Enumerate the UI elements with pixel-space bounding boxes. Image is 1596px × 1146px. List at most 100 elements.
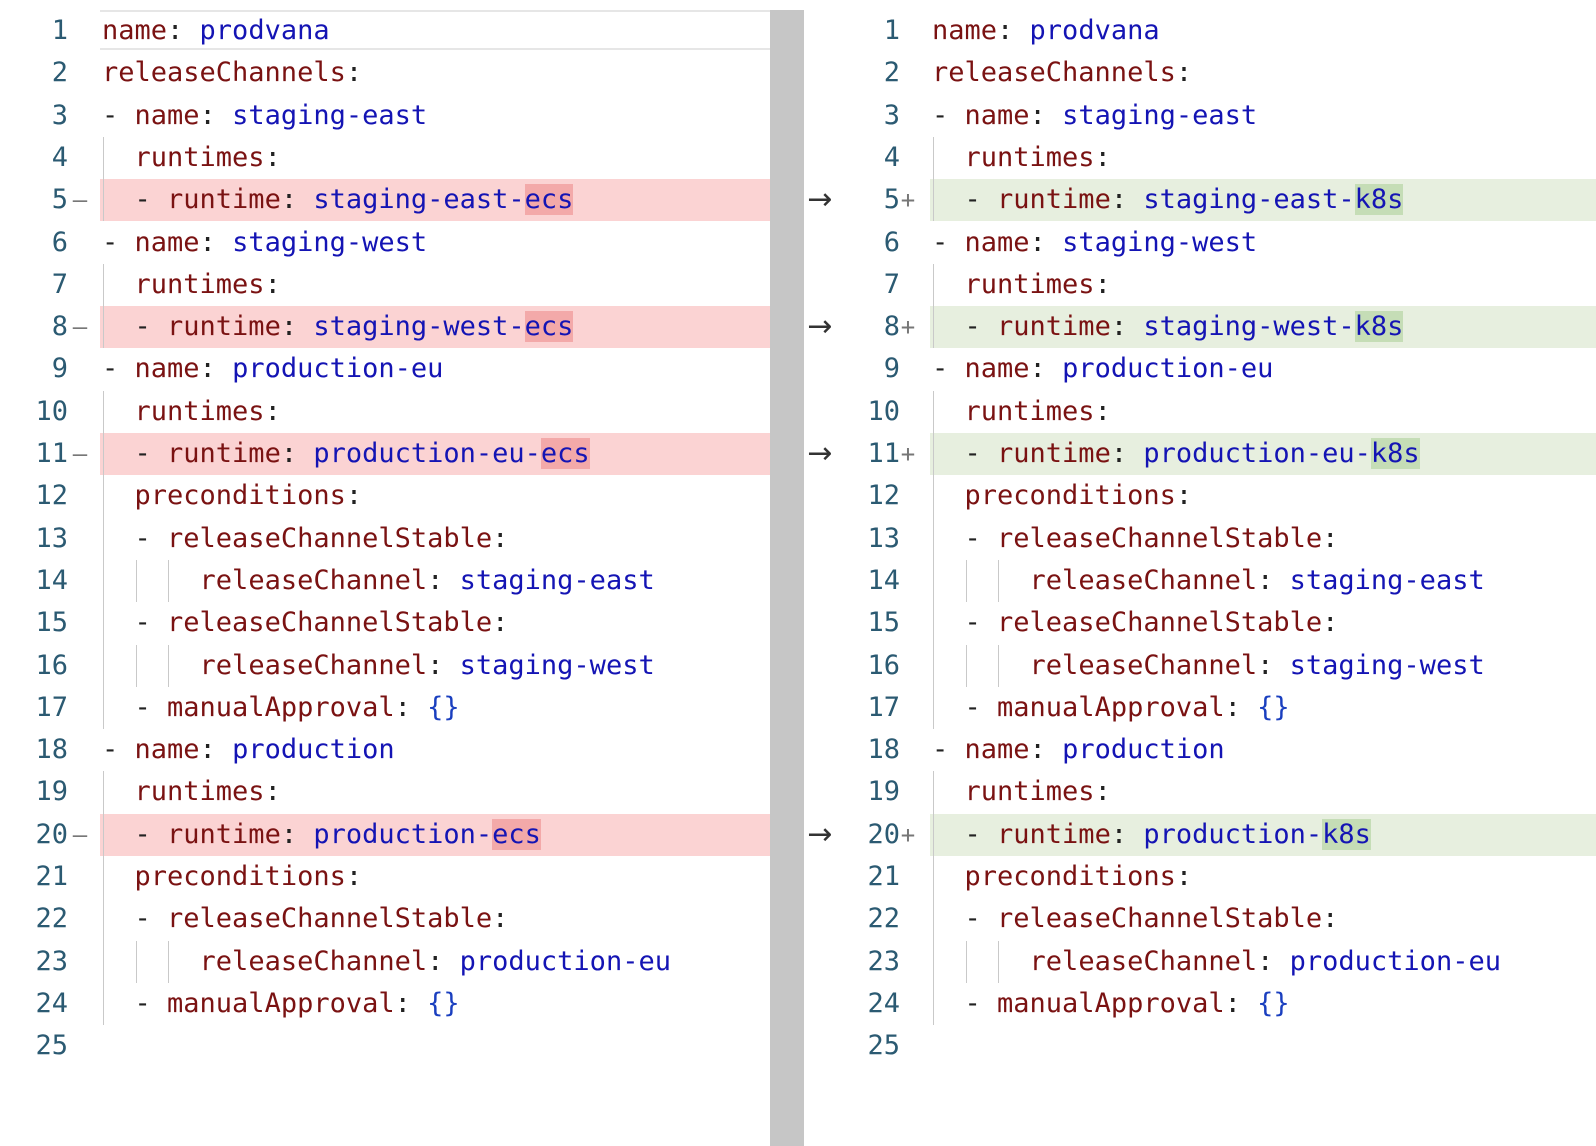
left-code-line[interactable]: 13 - releaseChannelStable: [0, 518, 770, 560]
line-number: 8 [51, 311, 68, 343]
right-code-line[interactable]: 2 releaseChannels: [836, 52, 1596, 94]
left-code-line[interactable]: 10 runtimes: [0, 391, 770, 433]
left-code-line[interactable]: 24 - manualApproval: {} [0, 983, 770, 1025]
right-code-line[interactable]: 13 - releaseChannelStable: [836, 518, 1596, 560]
left-code-line[interactable]: 12 preconditions: [0, 475, 770, 517]
right-code-line[interactable]: 7 runtimes: [836, 264, 1596, 306]
line-number: 11 [867, 438, 900, 469]
code-token: name [102, 15, 168, 46]
left-code-line[interactable]: 7 runtimes: [0, 264, 770, 306]
left-code-line[interactable]: 9 - name: production-eu [0, 348, 770, 390]
left-code-line[interactable]: 18 - name: production [0, 729, 770, 771]
line-number: 23 [867, 945, 900, 977]
code-token: staging-east [459, 564, 655, 596]
code-token: : [492, 522, 509, 554]
code-token: production [1062, 734, 1225, 766]
left-code-line[interactable]: 5— - runtime: staging-east-ecs [0, 179, 770, 222]
right-arrow-icon[interactable]: → [804, 306, 836, 348]
right-code-line[interactable]: 12 preconditions: [836, 475, 1596, 517]
code-text: runtimes: [102, 771, 281, 813]
vertical-scrollbar[interactable] [770, 10, 804, 1146]
right-code-line[interactable]: 15 - releaseChannelStable: [836, 602, 1596, 644]
code-text: releaseChannel: staging-east [102, 560, 655, 602]
left-code-line[interactable]: 3 - name: staging-east [0, 95, 770, 137]
line-number: 10 [867, 395, 900, 427]
right-code-line[interactable]: 9- name: production-eu [836, 348, 1596, 390]
code-token: releaseChannel [1029, 649, 1258, 681]
right-code-line[interactable]: 11 + - runtime: production-eu-k8s [836, 433, 1596, 476]
plus-icon: + [900, 313, 916, 342]
line-number: 6 [883, 226, 900, 258]
right-arrow-icon[interactable]: → [804, 814, 836, 856]
right-code-line[interactable]: 4 runtimes: [836, 137, 1596, 179]
code-token: production-eu- [313, 438, 541, 469]
left-code-line[interactable]: 2 releaseChannels: [0, 52, 770, 94]
right-code-line[interactable]: 24 - manualApproval: {} [836, 983, 1596, 1025]
code-text: runtimes: [102, 137, 281, 179]
code-text: releaseChannels: [932, 52, 1192, 94]
right-code-line[interactable]: 5 + - runtime: staging-east-k8s [836, 179, 1596, 222]
right-arrow-icon[interactable]: → [804, 433, 836, 475]
left-code-line[interactable]: 16 releaseChannel: staging-west [0, 645, 770, 687]
right-code-line[interactable]: 6- name: staging-west [836, 222, 1596, 264]
code-text: - manualApproval: {} [102, 687, 460, 729]
code-text: releaseChannel: staging-west [932, 645, 1485, 687]
indent-guide [965, 644, 967, 687]
right-code-line[interactable]: 8 + - runtime: staging-west-k8s [836, 306, 1596, 349]
code-token: releaseChannelStable [167, 522, 493, 554]
plus-icon: + [900, 440, 916, 468]
line-number: 11 [35, 438, 68, 469]
right-code-line[interactable]: 21 preconditions: [836, 856, 1596, 898]
line-number: 17 [35, 691, 68, 723]
right-code-line[interactable]: 14 releaseChannel: staging-east [836, 560, 1596, 602]
left-code-line[interactable]: 23 releaseChannel: production-eu [0, 941, 770, 983]
right-code-line[interactable]: 19 runtimes: [836, 771, 1596, 813]
right-code-line[interactable]: 18- name: production [836, 729, 1596, 771]
line-number: 25 [867, 1030, 900, 1062]
indent-guide [168, 940, 170, 983]
right-code-line[interactable]: 3- name: staging-east [836, 95, 1596, 137]
code-token: - [102, 438, 168, 469]
left-code-line[interactable]: 14 releaseChannel: staging-east [0, 560, 770, 602]
code-token: - [102, 903, 168, 935]
code-text: - runtime: production-ecs [102, 814, 541, 856]
left-code-line[interactable]: 11— - runtime: production-eu-ecs [0, 433, 770, 476]
left-code-line[interactable]: 4 runtimes: [0, 137, 770, 179]
code-token: name [134, 734, 200, 766]
left-code-line[interactable]: 8— - runtime: staging-west-ecs [0, 306, 770, 349]
right-code-line[interactable]: 10 runtimes: [836, 391, 1596, 433]
left-code-line[interactable]: 6 - name: staging-west [0, 222, 770, 264]
left-code-line[interactable]: 20— - runtime: production-ecs [0, 813, 770, 856]
line-number: 3 [883, 99, 900, 131]
changed-token: k8s [1354, 184, 1404, 216]
right-code-line[interactable]: 16 releaseChannel: staging-west [836, 645, 1596, 687]
line-number: 19 [867, 776, 900, 808]
left-code-line[interactable]: 25 [0, 1025, 770, 1067]
code-token: {} [427, 987, 460, 1019]
right-code-line[interactable]: 25 [836, 1025, 1596, 1067]
right-editor-pane[interactable]: 1 name: prodvana 2 releaseChannels: 3- name:… [836, 10, 1596, 1146]
indent-guide [933, 136, 934, 222]
right-code-line[interactable]: 1 name: prodvana [836, 10, 1596, 52]
left-code-line[interactable]: 15 - releaseChannelStable: [0, 602, 770, 644]
code-token: : [427, 649, 460, 681]
left-code-line[interactable]: 19 runtimes: [0, 771, 770, 813]
left-code-line[interactable]: 22 - releaseChannelStable: [0, 898, 770, 940]
code-token: : [264, 395, 281, 427]
right-code-line[interactable]: 20 + - runtime: production-k8s [836, 813, 1596, 856]
code-token: : [1224, 691, 1258, 723]
right-code-line[interactable]: 22 - releaseChannelStable: [836, 898, 1596, 940]
left-code-line[interactable]: 21 preconditions: [0, 856, 770, 898]
code-token: runtimes [964, 268, 1095, 300]
right-arrow-icon[interactable]: → [804, 179, 836, 221]
right-code-line[interactable]: 23 releaseChannel: production-eu [836, 941, 1596, 983]
left-code-line[interactable]: 1 name: prodvana [0, 10, 770, 52]
indent-guide [135, 644, 137, 687]
code-token: staging-east [1062, 99, 1258, 131]
code-token: : [199, 353, 233, 385]
right-code-line[interactable]: 17 - manualApproval: {} [836, 687, 1596, 729]
left-editor-pane[interactable]: 1 name: prodvana 2 releaseChannels: 3 - name:… [0, 10, 770, 1146]
left-code-line[interactable]: 17 - manualApproval: {} [0, 687, 770, 729]
